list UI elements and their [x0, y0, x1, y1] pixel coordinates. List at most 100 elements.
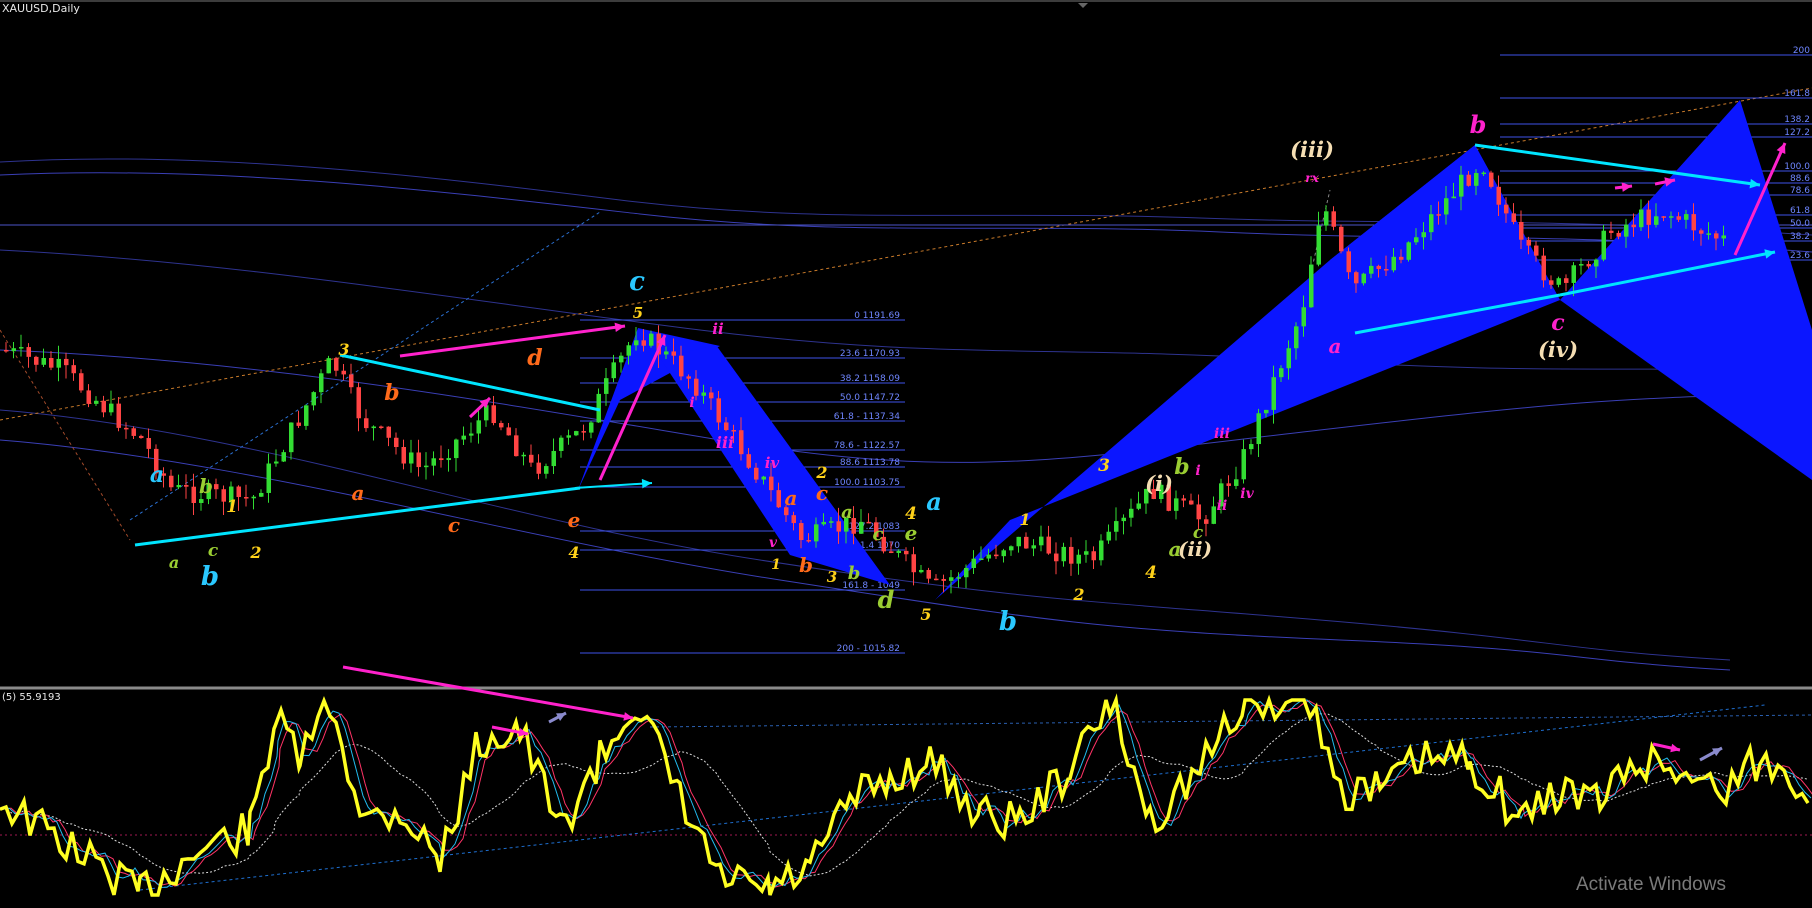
candle-body [1129, 508, 1134, 518]
candle-body [1519, 221, 1524, 240]
candle-body [1616, 232, 1621, 237]
candle-body [514, 435, 519, 457]
candle-body [1654, 216, 1659, 225]
wave-label: b [384, 380, 399, 406]
candle-body [1016, 536, 1021, 547]
wave-label: (iv) [1538, 337, 1578, 362]
candle-body [1669, 216, 1674, 218]
candle-body [469, 433, 474, 436]
candle-body [1361, 273, 1366, 284]
candle-body [1661, 216, 1666, 218]
candle-body [814, 524, 819, 542]
candle-body [79, 373, 84, 391]
candle-body [251, 496, 256, 499]
candle-body [536, 462, 541, 474]
fib-level-label: 138.2 [1784, 115, 1810, 125]
wave-label: a [785, 486, 798, 510]
fib-level-label: 38.2 [1790, 232, 1810, 242]
candle-body [904, 550, 909, 555]
wave-label: (iii) [1290, 137, 1334, 162]
candle-body [1691, 214, 1696, 231]
candle-body [806, 540, 811, 542]
wave-label: b [1470, 110, 1487, 139]
candle-body [701, 392, 706, 396]
candle-body [439, 458, 444, 461]
candle-body [1084, 551, 1089, 555]
candle-body [1534, 245, 1539, 256]
candle-body [1564, 278, 1569, 283]
candle-body [1481, 172, 1486, 175]
candle-body [1076, 554, 1081, 564]
candle-body [1279, 368, 1284, 378]
candle-body [559, 437, 564, 451]
candle-body [731, 430, 736, 432]
wave-label: a [352, 481, 365, 505]
wave-label: 2 [815, 463, 827, 482]
candle-body [1684, 214, 1689, 220]
candle-body [664, 351, 669, 355]
candle-body [176, 485, 181, 488]
wave-label: 1 [226, 497, 238, 517]
fib-level-label: 127.2 [1784, 128, 1810, 138]
candle-body [776, 490, 781, 508]
candle-body [491, 405, 496, 424]
wave-label: b [848, 563, 861, 584]
candle-body [1346, 251, 1351, 273]
candle-body [1579, 264, 1584, 266]
candle-body [34, 356, 39, 365]
candle-body [1294, 326, 1299, 349]
fib-level-label: 0 1191.69 [854, 311, 900, 321]
candle-body [1054, 553, 1059, 562]
candle-body [619, 355, 624, 363]
wave-label: a [926, 487, 942, 516]
candle-body [859, 521, 864, 534]
candle-body [1009, 546, 1014, 551]
candle-body [1264, 409, 1269, 414]
candle-body [371, 426, 376, 429]
candle-body [1316, 225, 1321, 265]
candle-body [1031, 545, 1036, 549]
candle-body [1451, 196, 1456, 199]
candle-body [589, 422, 594, 433]
candle-body [191, 486, 196, 503]
candle-body [1204, 519, 1209, 524]
candle-body [26, 347, 31, 357]
wave-label: iv [765, 454, 780, 472]
fib-level-label: 78.6 - 1122.57 [834, 441, 900, 451]
price-chart[interactable]: 0 1191.6923.6 1170.9338.2 1158.0950.0 11… [0, 0, 1812, 908]
candle-body [1121, 517, 1126, 522]
wave-label: 2 [249, 543, 261, 562]
candle-body [1256, 413, 1261, 445]
candle-body [679, 355, 684, 377]
candle-body [49, 358, 54, 368]
candle-body [454, 439, 459, 459]
candle-body [1639, 209, 1644, 228]
candle-body [289, 422, 294, 453]
candle-body [709, 392, 714, 399]
candle-body [1114, 521, 1119, 532]
candle-body [356, 387, 361, 419]
candle-body [446, 458, 451, 461]
wave-label: a [841, 502, 853, 523]
candle-body [994, 554, 999, 557]
candle-body [1421, 232, 1426, 238]
candle-body [1181, 498, 1186, 501]
candle-body [1091, 551, 1096, 561]
candle-body [11, 348, 16, 352]
wave-label: b [999, 607, 1017, 637]
candle-body [311, 392, 316, 406]
candle-body [761, 476, 766, 480]
candle-body [184, 485, 189, 487]
fib-level-label: 61.8 [1790, 206, 1810, 216]
candle-body [1024, 536, 1029, 549]
candle-body [971, 558, 976, 568]
wave-label: ii [712, 320, 724, 338]
candle-body [1324, 211, 1329, 226]
candle-body [1714, 233, 1719, 239]
candle-body [1046, 536, 1051, 554]
candle-body [266, 463, 271, 493]
wave-label: iii [716, 433, 734, 452]
candle-body [1249, 444, 1254, 450]
candle-body [1609, 230, 1614, 233]
candle-body [926, 569, 931, 579]
